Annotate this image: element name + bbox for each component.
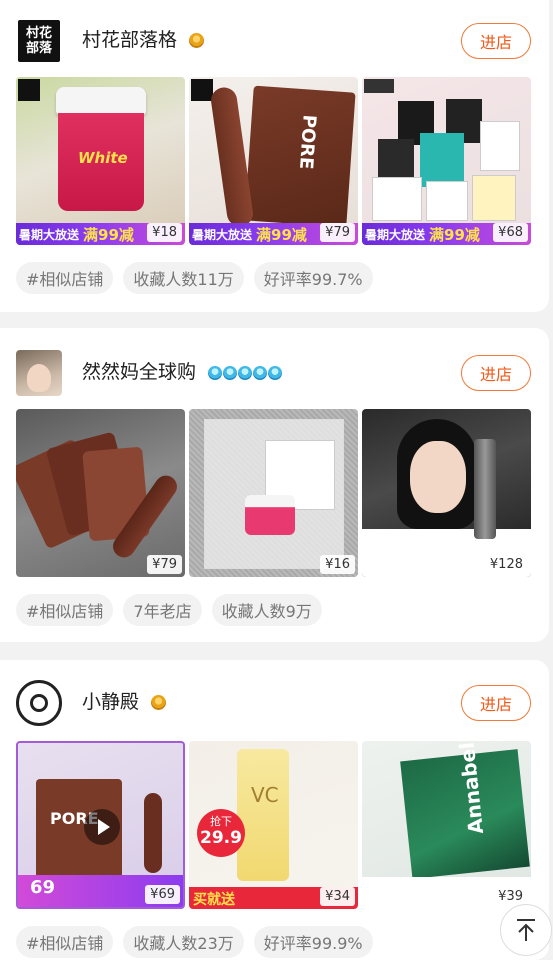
product-item[interactable]: ¥128 [362,409,531,577]
shop-age-tag: 7年老店 [123,594,202,626]
similar-shops-tag[interactable]: #相似店铺 [16,926,114,958]
product-item[interactable]: ¥79 [16,409,185,577]
shop-header: 然然妈全球购 进店 [16,350,531,396]
shop-card[interactable]: 然然妈全球购 进店 ¥79 ¥16 ¥128 #相似店铺 7年老店 收藏人数9万 [0,328,549,642]
product-price: ¥16 [320,555,355,574]
shop-logo-badge [191,79,213,101]
similar-shops-tag[interactable]: #相似店铺 [16,262,114,294]
product-image: PORE [244,85,356,228]
similar-shops-tag[interactable]: #相似店铺 [16,594,114,626]
favorites-tag: 收藏人数23万 [123,926,244,958]
diamond-icon [208,365,283,380]
enter-shop-button[interactable]: 进店 [461,685,531,721]
product-item[interactable]: Annabella ¥39 [362,741,531,909]
product-item[interactable]: PORE 69 ¥69 [16,741,185,909]
product-image [368,91,526,221]
avatar[interactable] [16,680,62,726]
product-image [204,419,344,569]
shop-header: 村花部落 村花部落格 进店 [16,18,531,64]
product-price: ¥79 [147,555,182,574]
product-row: ¥79 ¥16 ¥128 [16,409,531,577]
product-image: Annabella [400,741,530,879]
product-image: White [56,87,146,212]
shop-name[interactable]: 小静殿 [82,688,167,716]
favorites-tag: 收藏人数11万 [123,262,244,294]
enter-shop-button[interactable]: 进店 [461,355,531,391]
arrow-up-icon [517,919,535,941]
crown-icon [151,695,167,710]
product-image [392,419,482,539]
shop-header: 小静殿 进店 [16,680,531,726]
product-item[interactable]: ¥16 [189,409,358,577]
price-sticker: 抢下 29.9 [197,809,245,857]
avatar[interactable]: 村花部落 [16,18,62,64]
product-item[interactable]: PORE 暑期大放送 满99减 ¥79 [189,77,358,245]
product-price: ¥79 [320,223,355,242]
product-item[interactable]: White 暑期大放送 满99减 ¥18 [16,77,185,245]
product-item[interactable]: 暑期大放送 满99减 ¥68 [362,77,531,245]
rating-tag: 好评率99.7% [253,262,373,294]
rating-tag: 好评率99.9% [253,926,373,958]
product-item[interactable]: VC 抢下 29.9 买就送 ¥34 [189,741,358,909]
favorites-tag: 收藏人数9万 [211,594,322,626]
product-price: ¥18 [147,223,182,242]
shop-name[interactable]: 然然妈全球购 [82,358,283,386]
shop-tags: #相似店铺 7年老店 收藏人数9万 [16,594,322,626]
product-price: ¥128 [484,555,528,574]
avatar-logo-text: 村花部落 [25,26,52,56]
product-price: ¥34 [320,887,355,906]
shop-name[interactable]: 村花部落格 [82,26,205,54]
play-icon[interactable] [84,809,120,845]
shop-logo-badge [18,79,40,101]
product-price: ¥69 [145,885,180,904]
shop-tags: #相似店铺 收藏人数11万 好评率99.7% [16,262,373,294]
shop-card[interactable]: 村花部落 村花部落格 进店 White 暑期大放送 满99减 ¥18 PORE … [0,0,549,312]
avatar[interactable] [16,350,62,396]
product-row: White 暑期大放送 满99减 ¥18 PORE 暑期大放送 满99减 ¥79 [16,77,531,245]
shop-card[interactable]: 小静殿 进店 PORE 69 ¥69 VC 抢下 29.9 买就送 ¥34 An… [0,660,549,960]
back-to-top-button[interactable] [500,904,552,956]
shop-tags: #相似店铺 收藏人数23万 好评率99.9% [16,926,373,958]
crown-icon [189,33,205,48]
product-row: PORE 69 ¥69 VC 抢下 29.9 买就送 ¥34 Annabella… [16,741,531,909]
enter-shop-button[interactable]: 进店 [461,23,531,59]
product-price: ¥68 [493,223,528,242]
